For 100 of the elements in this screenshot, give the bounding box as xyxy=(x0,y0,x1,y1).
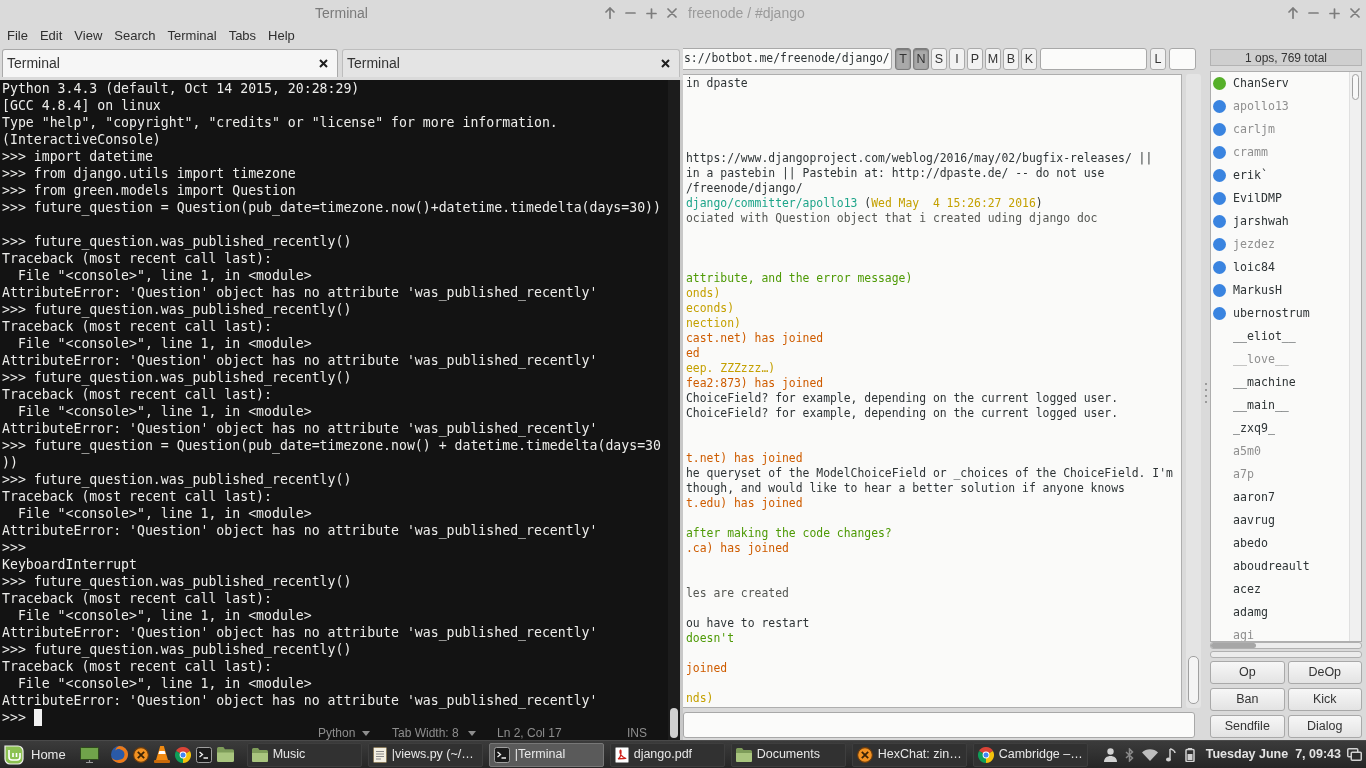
user-list-item[interactable]: jarshwah xyxy=(1211,210,1349,233)
input-field[interactable] xyxy=(1169,48,1196,70)
folder-icon[interactable] xyxy=(216,747,234,762)
message-input[interactable] xyxy=(683,712,1195,738)
menu-item[interactable]: Terminal xyxy=(167,28,217,44)
folder-icon[interactable] xyxy=(251,747,268,762)
scrollbar[interactable] xyxy=(1210,642,1362,649)
menu-item[interactable]: Edit xyxy=(39,28,63,44)
globe-icon[interactable] xyxy=(110,746,128,763)
terminal-icon[interactable] xyxy=(493,746,510,763)
user-list-item[interactable]: __machine xyxy=(1211,371,1349,394)
window-button[interactable]: django.pdf xyxy=(609,742,725,767)
terminal-tab[interactable]: Terminal xyxy=(342,49,680,77)
display-icon[interactable] xyxy=(1347,748,1362,761)
menu-item[interactable]: File xyxy=(7,28,28,44)
monitor-icon[interactable] xyxy=(79,746,99,763)
bluetooth-icon[interactable] xyxy=(1124,747,1134,762)
menu-logo-icon[interactable] xyxy=(4,744,24,765)
battery-icon[interactable] xyxy=(1183,747,1196,762)
menu-item[interactable]: Help xyxy=(268,28,295,44)
terminal-line: File "<console>", line 1, in <module> xyxy=(16,675,312,692)
terminal-line: AttributeError: 'Question' object has no attribute 'was_published_recently' xyxy=(2,352,598,369)
tab-width-dropdown[interactable]: Tab Width: 8 xyxy=(392,726,497,740)
mode-button[interactable]: N xyxy=(913,48,929,70)
window-button[interactable]: Documents xyxy=(730,742,846,767)
input-field[interactable] xyxy=(1040,48,1147,70)
window-button[interactable]: HexChat: zin… xyxy=(851,742,967,767)
user-list-item[interactable]: ChanServ xyxy=(1211,72,1349,95)
arrow-up-icon[interactable] xyxy=(1288,7,1298,19)
arrow-up-icon[interactable] xyxy=(605,7,615,19)
topic-field[interactable]: s://botbot.me/freenode/django/ xyxy=(683,48,892,70)
terminal-line: Traceback (most recent call last): xyxy=(2,658,272,675)
cone-icon[interactable] xyxy=(153,746,170,763)
notepad-icon[interactable] xyxy=(372,746,387,763)
mode-button[interactable]: K xyxy=(1021,48,1037,70)
menu-item[interactable]: Tabs xyxy=(228,28,257,44)
maximize-icon[interactable] xyxy=(1329,7,1340,19)
terminal-line: KeyboardInterrupt xyxy=(2,556,137,573)
close-icon[interactable] xyxy=(319,59,328,68)
pdf-document-icon[interactable] xyxy=(614,746,629,763)
x-circle-icon[interactable] xyxy=(132,746,149,763)
chat-line: fea2:873) has joined xyxy=(686,376,824,391)
close-icon[interactable] xyxy=(661,59,670,68)
terminal-line: >>> future_question.was_published_recently() xyxy=(2,641,352,658)
window-button[interactable]: Cambridge –… xyxy=(972,742,1088,767)
userlist-button[interactable]: Ban xyxy=(1210,688,1285,711)
folder-icon[interactable] xyxy=(735,747,752,762)
wifi-icon[interactable] xyxy=(1141,748,1158,761)
x-circle-icon[interactable] xyxy=(856,746,873,763)
user-list-item[interactable]: MarkusH xyxy=(1211,279,1349,302)
mode-button[interactable]: S xyxy=(931,48,947,70)
chat-line: ou have to restart xyxy=(686,616,810,631)
menu-item[interactable]: View xyxy=(74,28,103,44)
window-button[interactable]: |views.py (~/… xyxy=(367,742,483,767)
user-list-item[interactable]: abedo xyxy=(1211,532,1349,555)
user-list-item[interactable]: aboudreault xyxy=(1211,555,1349,578)
chat-line: ociated with Question object that i created uding django doc xyxy=(686,211,1098,226)
mode-button[interactable]: P xyxy=(967,48,983,70)
mode-button[interactable]: T xyxy=(895,48,911,70)
maximize-icon[interactable] xyxy=(646,7,657,19)
chat-line: in dpaste xyxy=(686,76,748,91)
segmented-circle-icon[interactable] xyxy=(977,746,994,763)
music-note-icon[interactable] xyxy=(1165,747,1176,762)
scrollbar[interactable] xyxy=(668,80,680,740)
mode-button[interactable]: B xyxy=(1003,48,1019,70)
mode-button[interactable]: I xyxy=(949,48,965,70)
mode-button[interactable]: M xyxy=(985,48,1001,70)
terminal-line: Python 3.4.3 (default, Oct 14 2015, 20:28:29) xyxy=(2,80,360,97)
segmented-circle-icon[interactable] xyxy=(174,746,191,763)
user-icon[interactable] xyxy=(1103,747,1117,762)
window-button[interactable]: |Terminal xyxy=(488,742,604,767)
terminal-line: AttributeError: 'Question' object has no attribute 'was_published_recently' xyxy=(2,420,598,437)
userlist-button[interactable]: Sendfile xyxy=(1210,715,1285,738)
terminal-icon[interactable] xyxy=(195,746,212,763)
window-button[interactable]: Music xyxy=(246,742,362,767)
terminal-line: Type "help", "copyright", "credits" or "license" for more information. xyxy=(2,114,558,131)
drag-handle-icon[interactable] xyxy=(1204,383,1207,403)
user-list-item[interactable]: __eliot__ xyxy=(1211,325,1349,348)
scrollbar[interactable] xyxy=(1186,74,1201,708)
terminal-line: >>> future_question = Question(pub_date=timezone.now() + datetime.timedelta(days=30)) xyxy=(2,437,661,471)
terminal-tab[interactable]: Terminal xyxy=(2,49,338,77)
limit-button[interactable]: L xyxy=(1150,48,1166,70)
menu-button[interactable]: Home xyxy=(4,744,66,765)
user-list-item[interactable]: aaron7 xyxy=(1211,486,1349,509)
user-list-item[interactable]: acez xyxy=(1211,578,1349,601)
terminal-line: AttributeError: 'Question' object has no attribute 'was_published_recently' xyxy=(2,692,598,709)
user-list-item[interactable]: erik` xyxy=(1211,164,1349,187)
userlist-button[interactable]: Dialog xyxy=(1287,715,1362,738)
userlist-button[interactable]: Kick xyxy=(1287,688,1362,711)
user-list-item[interactable]: ubernostrum xyxy=(1211,302,1349,325)
userlist-button[interactable]: DeOp xyxy=(1287,661,1362,684)
user-list-item[interactable]: adamg xyxy=(1211,601,1349,624)
user-list-item[interactable]: aavrug xyxy=(1211,509,1349,532)
user-list-item[interactable]: __main__ xyxy=(1211,394,1349,417)
menu-item[interactable]: Search xyxy=(114,28,156,44)
language-dropdown[interactable]: Python xyxy=(318,726,392,740)
userlist-button[interactable]: Op xyxy=(1210,661,1285,684)
user-list-item[interactable]: _zxq9_ xyxy=(1211,417,1349,440)
user-list-item[interactable]: loic84 xyxy=(1211,256,1349,279)
user-list-item[interactable]: EvilDMP xyxy=(1211,187,1349,210)
